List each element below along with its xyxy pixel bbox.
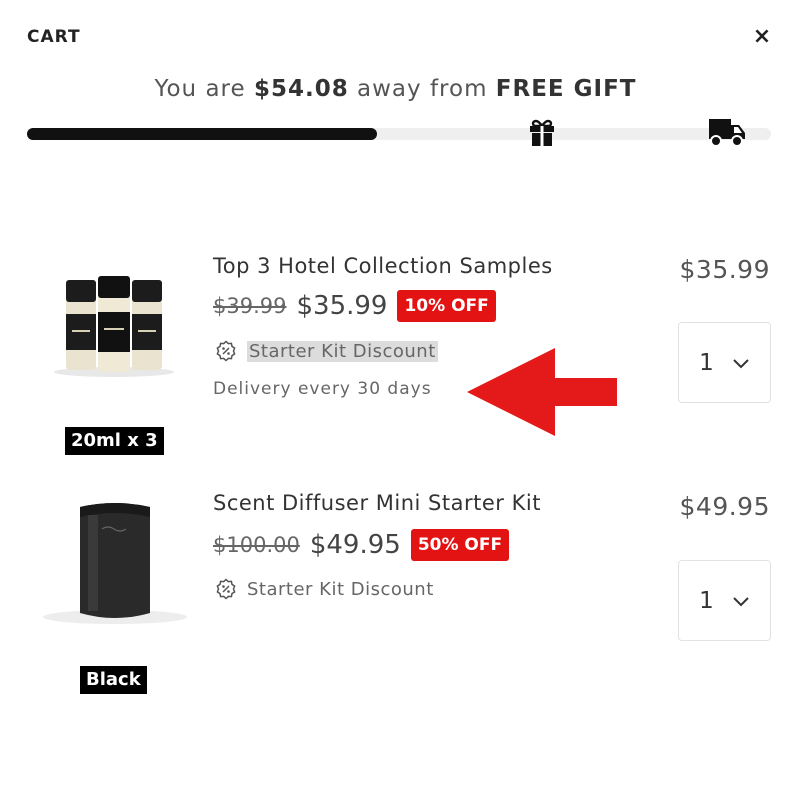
gift-icon (530, 119, 554, 146)
line-total: $35.99 (679, 255, 770, 284)
line-total: $49.95 (679, 492, 770, 521)
gift-msg-amount: $54.08 (253, 76, 349, 102)
cart-title: CART (27, 27, 81, 47)
quantity-value[interactable]: 1 (699, 588, 714, 614)
quantity-select[interactable]: 1 (678, 560, 771, 641)
progress-fill (27, 128, 377, 140)
gift-msg-middle: away from (357, 76, 488, 102)
delivery-frequency: Delivery every 30 days (213, 379, 432, 399)
discount-row: Starter Kit Discount (215, 578, 434, 600)
gift-msg-goal: FREE GIFT (495, 76, 637, 102)
variant-badge: 20ml x 3 (65, 427, 164, 455)
price-row: $39.99 $35.99 10% OFF (213, 290, 496, 322)
item-title[interactable]: Top 3 Hotel Collection Samples (213, 254, 553, 278)
hotel-samples-product-image (54, 276, 174, 377)
free-gift-message: You are $54.08 away from FREE GIFT (0, 76, 791, 102)
chevron-down-icon[interactable] (732, 595, 750, 607)
discount-badge: 50% OFF (410, 529, 510, 561)
truck-icon (709, 119, 745, 147)
original-price: $100.00 (213, 533, 300, 557)
price-row: $100.00 $49.95 50% OFF (213, 529, 510, 561)
red-arrow-annotation (467, 348, 617, 436)
quantity-select[interactable]: 1 (678, 322, 771, 403)
discount-label: Starter Kit Discount (247, 340, 438, 362)
discount-tag-icon (216, 578, 236, 600)
gift-msg-prefix: You are (154, 76, 246, 102)
close-button[interactable]: × (752, 26, 772, 48)
variant-badge: Black (80, 666, 147, 694)
close-icon[interactable]: × (753, 24, 771, 49)
original-price: $39.99 (213, 294, 287, 318)
discount-tag-icon (216, 340, 236, 362)
sale-price: $35.99 (296, 291, 388, 321)
item-title[interactable]: Scent Diffuser Mini Starter Kit (213, 491, 541, 515)
quantity-value[interactable]: 1 (699, 350, 714, 376)
diffuser-product-image (43, 503, 187, 624)
free-gift-progress-bar (27, 128, 771, 140)
sale-price: $49.95 (309, 530, 401, 560)
discount-label: Starter Kit Discount (247, 578, 434, 600)
discount-badge: 10% OFF (397, 290, 496, 322)
discount-row: Starter Kit Discount (215, 340, 438, 362)
chevron-down-icon[interactable] (732, 357, 750, 369)
